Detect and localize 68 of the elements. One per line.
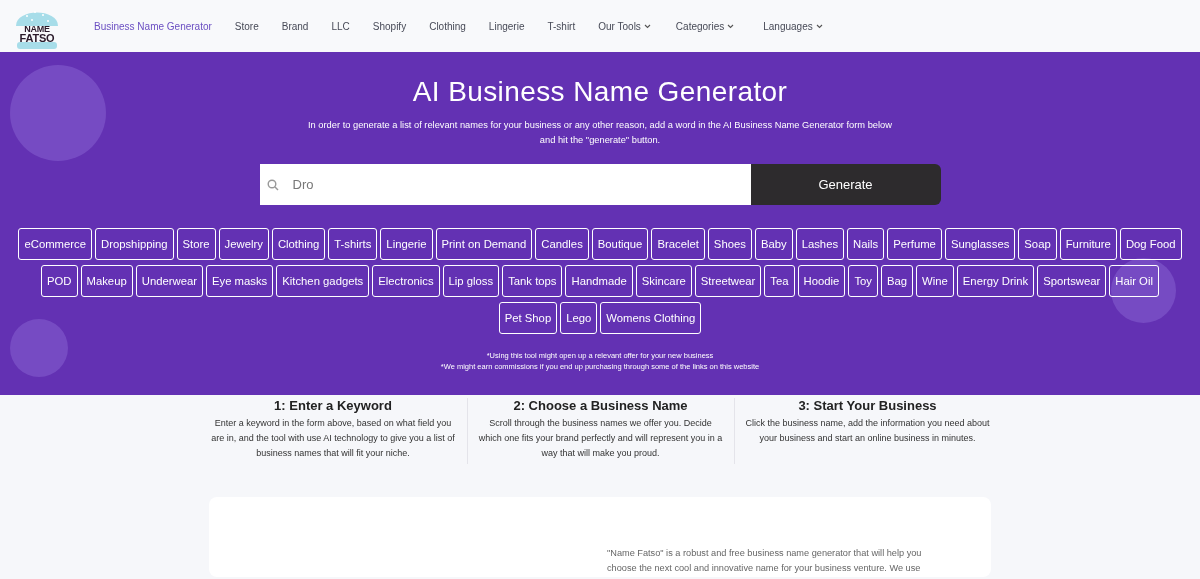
search-bar[interactable]: Dro [259, 164, 751, 205]
nav-link[interactable]: LLC [331, 20, 350, 32]
category-button[interactable]: Candles [535, 228, 589, 260]
category-button[interactable]: Hair Oil [1109, 265, 1159, 297]
category-button[interactable]: POD [41, 265, 78, 297]
nav-link[interactable]: Business Name Generator [94, 20, 212, 32]
category-button[interactable]: Baby [754, 228, 793, 260]
category-button[interactable]: Dropshipping [95, 228, 174, 260]
nav-link[interactable]: Languages [763, 20, 823, 32]
category-button[interactable]: Electronics [372, 265, 440, 297]
category-button[interactable]: Toy [848, 265, 878, 297]
category-button[interactable]: Eye masks [206, 265, 274, 297]
category-button[interactable]: Lip gloss [442, 265, 500, 297]
step-title: 1: Enter a Keyword [273, 398, 393, 413]
about-text: "Name Fatso" is a robust and free business name generator that will help you choose the next cool and innovative name for your business venture. We use [607, 547, 923, 575]
search-field[interactable]: Dro [290, 176, 751, 193]
generate-button[interactable]: Generate [750, 164, 941, 205]
category-button[interactable]: Print on Demand [435, 228, 533, 260]
intro-text: In order to generate a list of relevant names for your business or any other reason, add a word in the AI Business Name Generator form below and hit the "generate" button. [307, 119, 893, 147]
category-button[interactable]: Kitchen gadgets [276, 265, 370, 297]
background-circle [1111, 258, 1176, 323]
category-button[interactable]: Lashes [795, 228, 845, 260]
category-button[interactable]: eCommerce [18, 228, 92, 260]
category-button[interactable]: Pet Shop [498, 302, 558, 334]
nav-link[interactable]: Lingerie [488, 20, 525, 32]
category-button[interactable]: Shoes [707, 228, 752, 260]
category-button[interactable]: Dog Food [1119, 228, 1182, 260]
category-button[interactable]: T-shirts [328, 228, 378, 260]
nav-link[interactable]: Store [234, 20, 259, 32]
category-button[interactable]: Furniture [1059, 228, 1117, 260]
category-button[interactable]: Handmade [565, 265, 633, 297]
category-button[interactable]: Bracelet [651, 228, 705, 260]
category-button[interactable]: Tea [764, 265, 795, 297]
category-button[interactable]: Store [176, 228, 216, 260]
category-button[interactable]: Nails [847, 228, 885, 260]
nav-link[interactable]: Brand [281, 20, 309, 32]
category-button[interactable]: Hoodie [797, 265, 846, 297]
category-button[interactable]: Sportswear [1037, 265, 1107, 297]
category-button[interactable]: Soap [1018, 228, 1057, 260]
page-title: AI Business Name Generator [412, 76, 788, 108]
category-button[interactable]: Energy Drink [956, 265, 1035, 297]
nav-link[interactable]: T-shirt [547, 20, 576, 32]
step-title: 3: Start Your Business [797, 398, 938, 413]
step-title: 2: Choose a Business Name [512, 398, 689, 413]
step-text: Scroll through the business names we offer you. Decide which one fits your brand perfectly and will represent you in a way that will make you proud. [477, 417, 724, 460]
search-icon [266, 178, 279, 191]
category-button[interactable]: Lego [560, 302, 598, 334]
category-button[interactable]: Clothing [271, 228, 326, 260]
category-button[interactable]: Makeup [80, 265, 133, 297]
category-button[interactable]: Womens Clothing [600, 302, 702, 334]
step-text: Click the business name, add the information you need about your business and start an online business in minutes. [744, 417, 991, 445]
category-button[interactable]: Jewelry [218, 228, 269, 260]
category-button[interactable]: Perfume [887, 228, 942, 260]
category-button[interactable]: Skincare [635, 265, 692, 297]
logo[interactable]: NAME FATSO [13, 2, 61, 50]
category-button[interactable]: Wine [916, 265, 954, 297]
nav-link[interactable]: Our Tools [598, 20, 651, 32]
category-button[interactable]: Boutique [591, 228, 649, 260]
category-button[interactable]: Streetwear [694, 265, 762, 297]
nav-link[interactable]: Categories [675, 20, 735, 32]
category-button[interactable]: Sunglasses [944, 228, 1016, 260]
category-button[interactable]: Bag [880, 265, 914, 297]
nav-link[interactable]: Shopify [372, 20, 407, 32]
nav-link[interactable]: Clothing [429, 20, 466, 32]
category-button[interactable]: Underwear [135, 265, 203, 297]
category-button[interactable]: Lingerie [380, 228, 433, 260]
category-button[interactable]: Tank tops [502, 265, 563, 297]
step-text: Enter a keyword in the form above, based on what field you are in, and the tool with use AI technology to give you a list of business names that will fit your niche. [210, 417, 456, 460]
